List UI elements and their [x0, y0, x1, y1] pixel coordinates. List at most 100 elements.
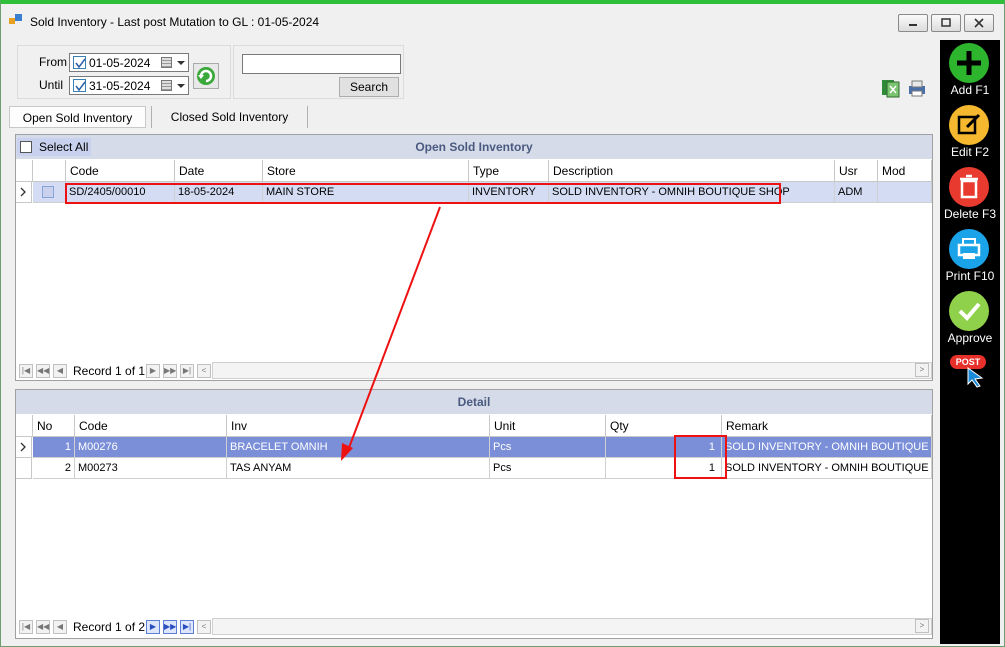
annotation-highlight-row	[65, 183, 781, 204]
excel-export-icon[interactable]	[881, 78, 903, 98]
next-page-icon[interactable]: ▶▶	[163, 364, 177, 378]
next-page-icon[interactable]: ▶▶	[163, 620, 177, 634]
trash-icon	[949, 167, 989, 207]
prev-record-icon[interactable]: ◀	[53, 620, 67, 634]
row-indicator-header	[16, 415, 33, 437]
chevron-right-icon	[20, 442, 26, 452]
last-record-icon[interactable]: ▶|	[180, 620, 194, 634]
delete-button[interactable]: Delete F3	[940, 164, 1000, 224]
cell-remark: SOLD INVENTORY - OMNIH BOUTIQUE S...	[722, 458, 932, 479]
cell-usr: ADM	[835, 182, 878, 203]
printer-icon	[949, 229, 989, 269]
until-label: Until	[39, 78, 64, 92]
col-usr[interactable]: Usr	[835, 160, 878, 182]
select-all-label: Select All	[39, 140, 89, 154]
col-type[interactable]: Type	[469, 160, 549, 182]
first-record-icon[interactable]: |◀	[19, 620, 33, 634]
tab-divider	[151, 106, 152, 128]
next-record-icon[interactable]: ▶	[146, 364, 160, 378]
prev-page-icon[interactable]: ◀◀	[36, 620, 50, 634]
minimize-icon	[909, 24, 917, 26]
row-indicator	[16, 182, 32, 203]
col-code[interactable]: Code	[66, 160, 175, 182]
search-button[interactable]: Search	[339, 77, 399, 97]
row-checkbox-cell[interactable]	[33, 182, 66, 203]
grid-title: Detail	[16, 390, 932, 414]
record-count: Record 1 of 1	[73, 364, 146, 378]
cell-mod	[878, 182, 932, 203]
chevron-right-icon	[20, 187, 26, 197]
chevron-down-icon[interactable]	[177, 84, 185, 88]
col-unit[interactable]: Unit	[490, 415, 606, 437]
post-button[interactable]: POST	[940, 354, 1000, 394]
col-description[interactable]: Description	[549, 160, 835, 182]
print-label: Print F10	[945, 269, 995, 283]
next-record-icon[interactable]: ▶	[146, 620, 160, 634]
scroll-right-icon[interactable]: >	[915, 619, 929, 633]
tab-closed-sold-inventory[interactable]: Closed Sold Inventory	[157, 106, 302, 128]
scroll-left-icon[interactable]: <	[197, 620, 211, 634]
from-date-checkbox[interactable]	[73, 56, 86, 69]
prev-record-icon[interactable]: ◀	[53, 364, 67, 378]
prev-page-icon[interactable]: ◀◀	[36, 364, 50, 378]
scroll-left-icon[interactable]: <	[197, 364, 211, 378]
cell-code: M00276	[75, 437, 227, 458]
main-content: From 01-05-2024 Until 31-05-2024 Search …	[7, 38, 940, 644]
approve-button[interactable]: Approve	[940, 288, 1000, 348]
tab-open-sold-inventory[interactable]: Open Sold Inventory	[9, 106, 146, 128]
edit-button[interactable]: Edit F2	[940, 102, 1000, 162]
cell-code: M00273	[75, 458, 227, 479]
cell-unit: Pcs	[490, 458, 606, 479]
row-indicator-header	[16, 160, 33, 182]
checkbox-box[interactable]	[20, 141, 32, 153]
printer-icon[interactable]	[906, 78, 928, 98]
print-button[interactable]: Print F10	[940, 226, 1000, 286]
calendar-icon[interactable]	[161, 57, 172, 68]
col-mod[interactable]: Mod	[878, 160, 932, 182]
calendar-icon[interactable]	[161, 80, 172, 91]
chevron-down-icon[interactable]	[177, 61, 185, 65]
annotation-highlight-qty	[674, 435, 727, 479]
close-button[interactable]	[964, 14, 994, 32]
until-date-picker[interactable]: 31-05-2024	[69, 76, 189, 95]
from-date-picker[interactable]: 01-05-2024	[69, 53, 189, 72]
row-checkbox[interactable]	[42, 186, 54, 198]
open-inventory-grid: Open Sold Inventory Select All Code Date…	[15, 134, 933, 381]
col-qty[interactable]: Qty	[606, 415, 722, 437]
detail-grid: Detail No Code Inv Unit Qty Remark 1 M00…	[15, 389, 933, 639]
record-navigator: |◀ ◀◀ ◀ Record 1 of 2 ▶ ▶▶ ▶| <	[18, 618, 218, 636]
add-button[interactable]: Add F1	[940, 40, 1000, 100]
record-navigator: |◀ ◀◀ ◀ Record 1 of 1 ▶ ▶▶ ▶| <	[18, 362, 218, 380]
select-all-checkbox[interactable]: Select All	[17, 138, 91, 156]
col-code[interactable]: Code	[75, 415, 227, 437]
col-store[interactable]: Store	[263, 160, 469, 182]
col-date[interactable]: Date	[175, 160, 263, 182]
refresh-button[interactable]	[193, 63, 219, 89]
app-icon	[9, 14, 22, 24]
approve-label: Approve	[947, 331, 993, 345]
close-icon	[974, 18, 984, 28]
refresh-icon	[197, 67, 215, 85]
horizontal-scrollbar[interactable]: >	[212, 618, 932, 635]
row-indicator	[16, 437, 32, 458]
last-record-icon[interactable]: ▶|	[180, 364, 194, 378]
search-input[interactable]	[242, 54, 401, 74]
cell-unit: Pcs	[490, 437, 606, 458]
horizontal-scrollbar[interactable]: >	[212, 362, 932, 379]
scroll-right-icon[interactable]: >	[915, 363, 929, 377]
col-no[interactable]: No	[33, 415, 75, 437]
from-date-value: 01-05-2024	[89, 56, 151, 70]
action-sidebar: Add F1 Edit F2 Delete F3 Print F10 Appro…	[940, 40, 1000, 644]
col-remark[interactable]: Remark	[722, 415, 932, 437]
checkbox-header	[33, 160, 66, 182]
minimize-button[interactable]	[898, 14, 928, 32]
app-window: Sold Inventory - Last post Mutation to G…	[0, 0, 1005, 647]
window-title: Sold Inventory - Last post Mutation to G…	[30, 15, 320, 29]
record-count: Record 1 of 2	[73, 620, 146, 634]
first-record-icon[interactable]: |◀	[19, 364, 33, 378]
until-date-checkbox[interactable]	[73, 79, 86, 92]
checkmark-icon	[949, 291, 989, 331]
cell-no: 1	[33, 437, 75, 458]
tab-divider	[307, 106, 308, 128]
maximize-button[interactable]	[931, 14, 961, 32]
